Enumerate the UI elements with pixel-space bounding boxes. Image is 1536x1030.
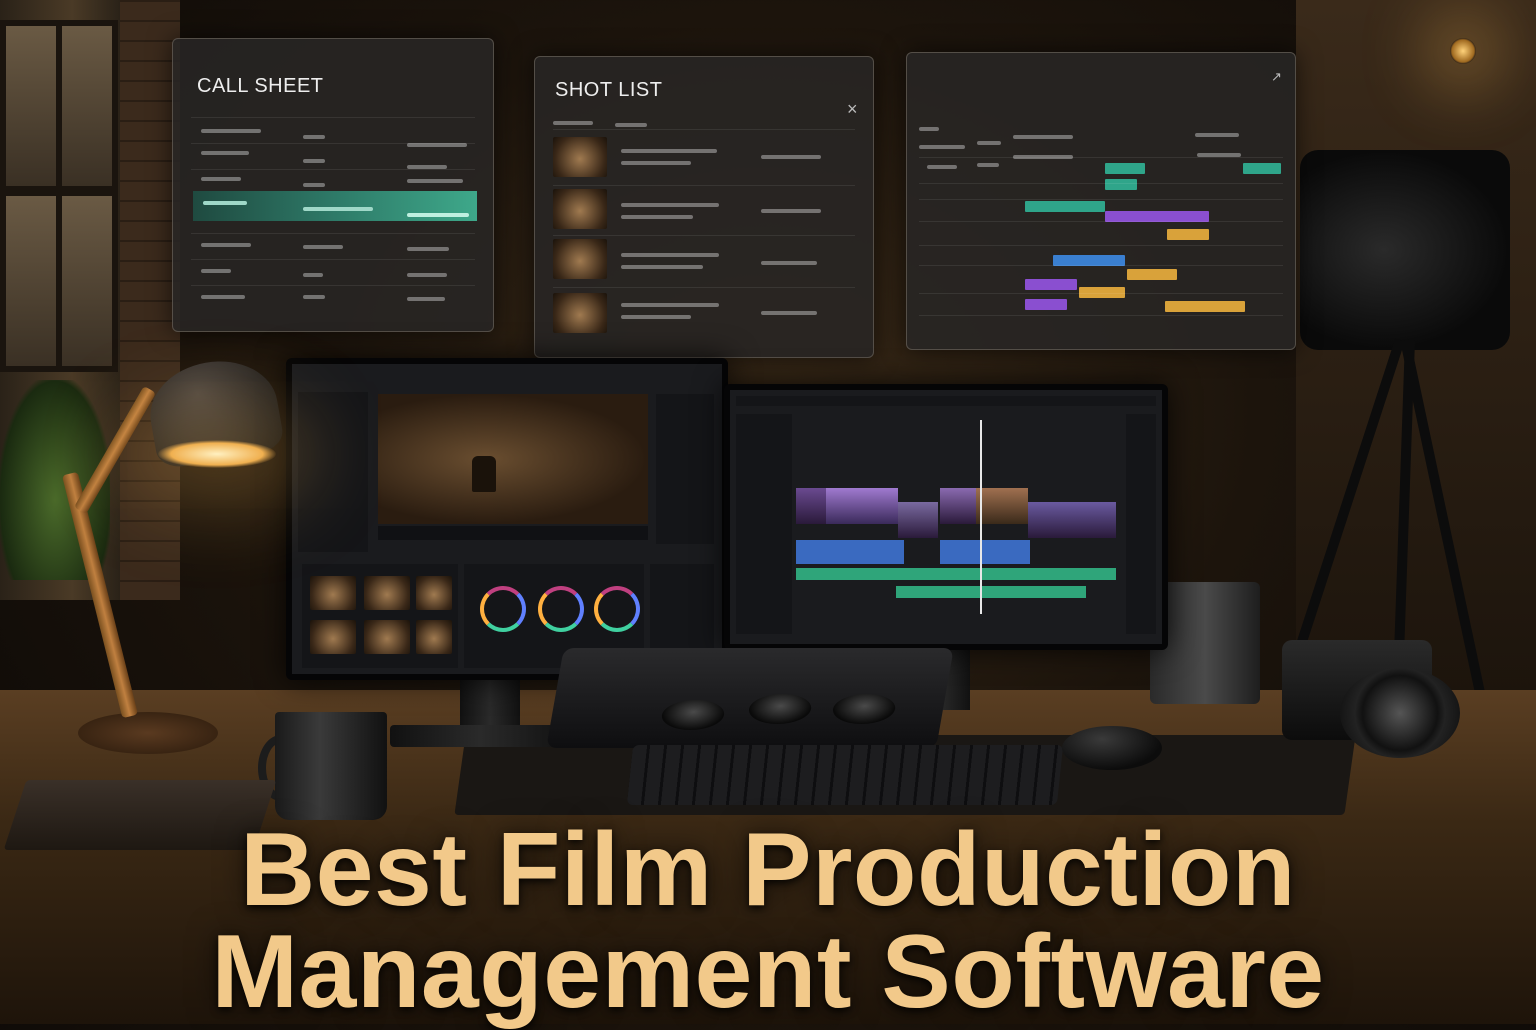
schedule-bar[interactable]	[1025, 279, 1077, 290]
keyboard[interactable]	[626, 745, 1064, 805]
video-clip[interactable]	[826, 488, 898, 524]
schedule-bar[interactable]	[1105, 163, 1145, 174]
window-pane	[56, 20, 118, 192]
schedule-panel[interactable]: ↗	[906, 52, 1296, 350]
timeline-screen[interactable]	[730, 390, 1162, 644]
clip-thumbnail[interactable]	[310, 620, 356, 654]
lamp-base	[78, 712, 218, 754]
playhead[interactable]	[980, 420, 982, 614]
schedule-bar[interactable]	[1105, 179, 1137, 190]
color-wheel[interactable]	[538, 586, 584, 632]
schedule-bar[interactable]	[1025, 299, 1067, 310]
shot-list-panel[interactable]: SHOT LIST ×	[534, 56, 874, 358]
window-pane	[0, 20, 62, 192]
wall-lamp	[1450, 38, 1476, 64]
color-wheel[interactable]	[480, 586, 526, 632]
window-pane	[0, 190, 62, 372]
audio-clip[interactable]	[940, 540, 1030, 564]
video-clip[interactable]	[796, 488, 826, 524]
call-sheet-panel[interactable]: CALL SHEET	[172, 38, 494, 332]
headline-line-2: Management Software	[211, 914, 1325, 1030]
headline-line-1: Best Film Production	[240, 812, 1296, 928]
close-icon[interactable]: ×	[847, 99, 858, 120]
audio-meters[interactable]	[1126, 414, 1156, 634]
color-wheel[interactable]	[594, 586, 640, 632]
right-wall	[1296, 0, 1536, 700]
lamp-light	[158, 440, 276, 468]
clip-thumbnail[interactable]	[364, 620, 410, 654]
audio-track[interactable]	[796, 568, 1116, 580]
clip-thumbnail[interactable]	[364, 576, 410, 610]
shot-thumbnail[interactable]	[553, 239, 607, 279]
video-clip[interactable]	[1028, 502, 1116, 538]
shot-thumbnail[interactable]	[553, 293, 607, 333]
audio-track[interactable]	[896, 586, 1086, 598]
video-clip[interactable]	[898, 502, 938, 538]
shot-thumbnail[interactable]	[553, 137, 607, 177]
color-control-panel[interactable]	[546, 648, 954, 748]
media-sidebar[interactable]	[298, 392, 368, 552]
brick-wall	[120, 0, 180, 600]
camera-lens	[1340, 668, 1460, 758]
clip-thumbnail[interactable]	[310, 576, 356, 610]
schedule-bar[interactable]	[1165, 301, 1245, 312]
schedule-bar[interactable]	[1167, 229, 1209, 240]
video-clip[interactable]	[976, 488, 1028, 524]
track-headers[interactable]	[736, 414, 792, 634]
call-sheet-title: CALL SHEET	[197, 75, 324, 97]
coffee-mug	[275, 712, 387, 820]
window-pane	[56, 190, 118, 372]
timeline-toolbar[interactable]	[736, 396, 1156, 406]
cinema-camera	[1300, 150, 1510, 350]
right-monitor	[724, 384, 1168, 650]
trackball[interactable]	[659, 700, 727, 730]
trackball[interactable]	[746, 694, 814, 724]
shot-thumbnail[interactable]	[553, 189, 607, 229]
editing-app-screen[interactable]	[292, 364, 722, 674]
schedule-bar[interactable]	[1243, 163, 1281, 174]
video-clip[interactable]	[940, 488, 976, 524]
schedule-bar[interactable]	[1127, 269, 1177, 280]
schedule-bar[interactable]	[1025, 201, 1105, 212]
clip-thumbnail[interactable]	[416, 620, 452, 654]
video-viewer[interactable]	[378, 394, 648, 524]
trackball[interactable]	[830, 694, 898, 724]
audio-clip[interactable]	[796, 540, 904, 564]
figure-silhouette	[472, 456, 496, 492]
left-monitor	[286, 358, 728, 680]
shot-list-title: SHOT LIST	[555, 79, 663, 101]
monitor-base	[390, 725, 570, 747]
expand-icon[interactable]: ↗	[1271, 69, 1282, 85]
clip-thumbnail[interactable]	[416, 576, 452, 610]
inspector-panel[interactable]	[656, 394, 714, 544]
transport-controls[interactable]	[378, 526, 648, 540]
mouse[interactable]	[1062, 726, 1162, 770]
